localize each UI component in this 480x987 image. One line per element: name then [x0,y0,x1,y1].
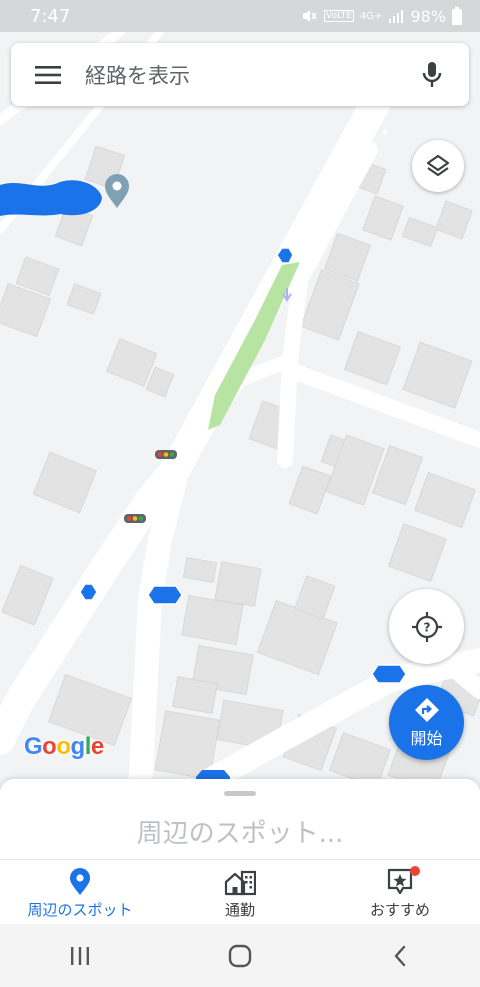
sheet-title: 周辺のスポット... [136,819,344,849]
start-label: 開始 [410,728,443,748]
recent-apps-icon [71,946,89,965]
location-pin-icon [70,867,90,895]
svg-text:?: ? [423,620,430,634]
status-time: 7:47 [30,5,71,27]
voice-search-button[interactable] [395,43,469,106]
home-icon [228,944,252,967]
battery-icon [452,7,462,25]
tab-commute[interactable]: 通勤 [160,860,320,925]
network-label: 4G+ [359,10,383,22]
directions-icon [414,697,439,722]
mute-icon [303,10,317,22]
tab-commute-label: 通勤 [224,900,255,919]
menu-button[interactable] [11,43,85,106]
system-navigation-bar [0,924,480,987]
start-navigation-button[interactable]: 開始 [389,685,464,760]
back-icon [394,945,406,966]
status-bar: 7:47 VoLTE 4G+ 98% [0,0,480,32]
layers-icon [426,154,450,177]
battery-percent: 98% [410,6,446,26]
commute-icon [224,870,256,895]
my-location-button[interactable]: ? [389,589,464,664]
explore-sheet[interactable]: 周辺のスポット... [0,779,480,859]
location-unknown-icon: ? [411,611,442,642]
recent-apps-button[interactable] [40,924,120,987]
tab-for-you[interactable]: おすすめ [320,860,480,925]
tab-explore-label: 周辺のスポット [27,900,133,919]
notification-dot [410,865,420,876]
volte-label: VoLTE [324,10,354,22]
home-button[interactable] [200,924,280,987]
search-bar[interactable]: 経路を表示 [11,43,469,106]
google-logo: Google [24,733,104,760]
back-button[interactable] [360,924,440,987]
sheet-drag-handle[interactable] [224,791,256,796]
hamburger-menu-icon [35,65,61,84]
signal-icon [389,10,404,23]
tab-for-you-label: おすすめ [369,900,430,919]
bottom-navigation: 周辺のスポット 通勤 おすすめ [0,859,480,925]
map-view[interactable] [0,32,480,792]
tab-explore[interactable]: 周辺のスポット [0,860,160,925]
status-icons: VoLTE 4G+ 98% [300,7,462,26]
redaction-blob [0,180,102,216]
microphone-icon [422,61,442,87]
search-input[interactable]: 経路を表示 [85,60,395,90]
layers-button[interactable] [412,140,464,192]
